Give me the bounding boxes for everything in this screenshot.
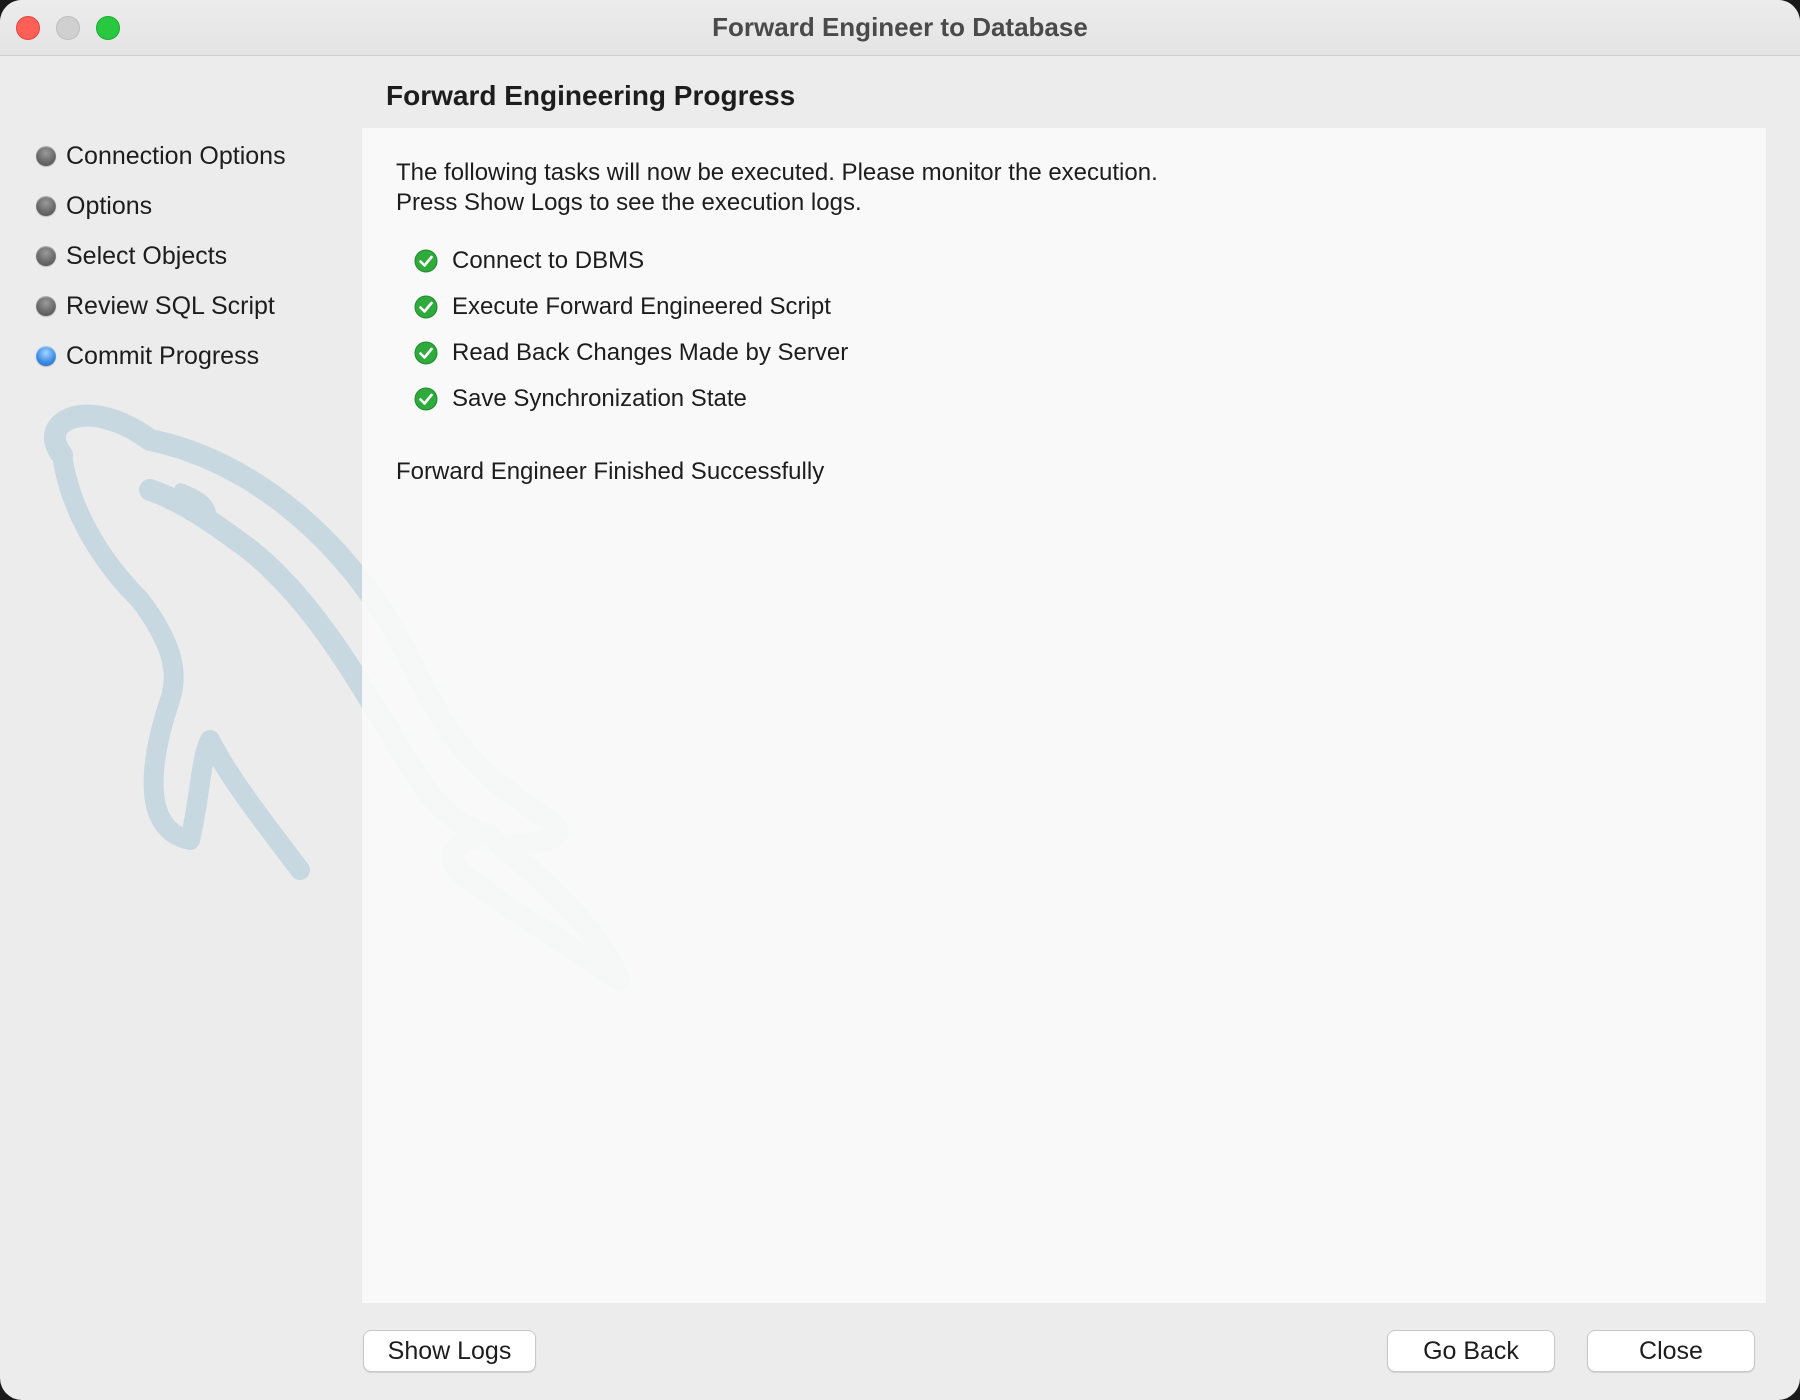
close-window-button[interactable] [16,16,40,40]
task-item: Read Back Changes Made by Server [414,330,848,376]
title-bar: Forward Engineer to Database [0,0,1800,56]
step-status-icon [36,246,56,266]
show-logs-button[interactable]: Show Logs [363,1330,536,1372]
instructions-line-1: The following tasks will now be executed… [396,159,1158,186]
step-status-icon [36,196,56,216]
instructions-line-2: Press Show Logs to see the execution log… [396,189,862,216]
step-label: Connection Options [66,141,286,170]
step-label: Review SQL Script [66,291,275,320]
progress-panel: The following tasks will now be executed… [362,128,1766,1303]
check-circle-icon [414,387,438,411]
zoom-window-button[interactable] [96,16,120,40]
step-options: Options [36,181,286,231]
active-step-icon [36,346,56,366]
step-label: Commit Progress [66,341,260,370]
task-label: Read Back Changes Made by Server [452,339,849,366]
close-button[interactable]: Close [1587,1330,1755,1372]
task-label: Connect to DBMS [452,247,645,274]
check-circle-icon [414,249,438,273]
task-item: Save Synchronization State [414,376,848,422]
wizard-window: Forward Engineer to Database Connection … [0,0,1800,1400]
step-connection-options: Connection Options [36,131,286,181]
step-commit-progress: Commit Progress [36,331,286,381]
step-status-icon [36,296,56,316]
task-label: Execute Forward Engineered Script [452,293,831,320]
task-item: Execute Forward Engineered Script [414,284,848,330]
go-back-button[interactable]: Go Back [1387,1330,1555,1372]
instructions-text: The following tasks will now be executed… [396,158,1158,218]
wizard-sidebar: Connection Options Options Select Object… [0,57,362,1400]
task-item: Connect to DBMS [414,238,848,284]
task-label: Save Synchronization State [452,385,747,412]
task-list: Connect to DBMS Execute Forward Engineer… [414,238,848,422]
step-status-icon [36,146,56,166]
step-review-sql-script: Review SQL Script [36,281,286,331]
wizard-steps: Connection Options Options Select Object… [36,131,286,381]
check-circle-icon [414,295,438,319]
section-title: Forward Engineering Progress [386,80,796,111]
step-select-objects: Select Objects [36,231,286,281]
result-message: Forward Engineer Finished Successfully [396,458,825,485]
window-title: Forward Engineer to Database [712,12,1088,42]
check-circle-icon [414,341,438,365]
step-label: Options [66,191,153,220]
step-label: Select Objects [66,241,228,270]
minimize-window-button[interactable] [56,16,80,40]
